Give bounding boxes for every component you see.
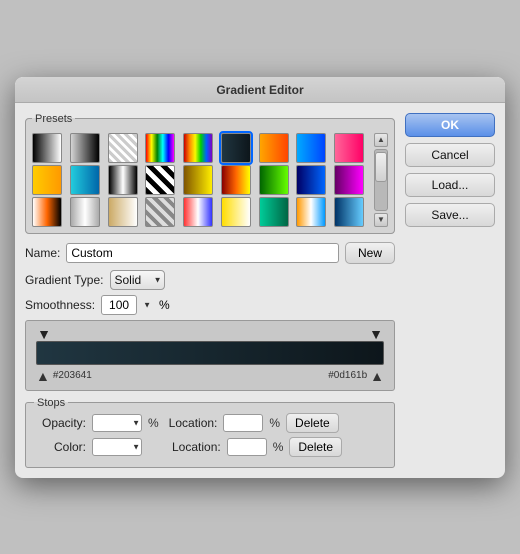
preset-swatch[interactable]: [334, 165, 364, 195]
preset-swatch[interactable]: [108, 165, 138, 195]
gradient-type-label: Gradient Type:: [25, 273, 104, 287]
gradient-labels-row: ▲ #203641 #0d161b ▲: [36, 368, 384, 384]
left-color-stop[interactable]: ▲: [36, 368, 50, 384]
color-row: Color: ▼ Location: % Delete: [34, 437, 386, 457]
scroll-down-button[interactable]: ▼: [374, 213, 388, 227]
gradient-bar-wrap: ▼ ▼ ▲ #203641 #0d161b ▲: [36, 329, 384, 384]
color-input-wrap[interactable]: ▼: [92, 438, 142, 456]
presets-scrollbar: ▲ ▼: [374, 133, 388, 227]
preset-swatch[interactable]: [296, 133, 326, 163]
new-button[interactable]: New: [345, 242, 395, 264]
preset-swatch[interactable]: [70, 165, 100, 195]
name-input[interactable]: [66, 243, 339, 263]
color-delete-button[interactable]: Delete: [289, 437, 342, 457]
gradient-left-color: #203641: [53, 370, 92, 381]
smoothness-arrow-icon: ▼: [143, 300, 151, 309]
right-panel: OK Cancel Load... Save...: [405, 113, 495, 468]
opacity-input-wrap[interactable]: ▼: [92, 414, 142, 432]
dialog-title: Gradient Editor: [216, 83, 303, 97]
left-panel: Presets: [25, 113, 395, 468]
smoothness-select-wrap[interactable]: ▼: [101, 295, 137, 315]
gradient-right-label: #0d161b ▲: [328, 368, 384, 384]
presets-grid: [32, 133, 370, 227]
smoothness-label: Smoothness:: [25, 298, 95, 312]
gradient-type-select[interactable]: Solid Noise: [110, 270, 165, 290]
top-stop-row: ▼ ▼: [36, 329, 384, 339]
preset-swatch[interactable]: [32, 165, 62, 195]
cancel-button[interactable]: Cancel: [405, 143, 495, 167]
preset-swatch[interactable]: [296, 197, 326, 227]
preset-swatch[interactable]: [221, 165, 251, 195]
smoothness-unit: %: [159, 298, 170, 312]
preset-swatch[interactable]: [334, 197, 364, 227]
scroll-up-button[interactable]: ▲: [374, 133, 388, 147]
name-row: Name: New: [25, 242, 395, 264]
preset-swatch[interactable]: [221, 197, 251, 227]
preset-swatch[interactable]: [108, 133, 138, 163]
name-label: Name:: [25, 246, 60, 260]
gradient-type-row: Gradient Type: Solid Noise ▼: [25, 270, 395, 290]
preset-swatch[interactable]: [183, 197, 213, 227]
presets-legend: Presets: [32, 113, 75, 125]
opacity-row: Opacity: ▼ % Location: % Delete: [34, 413, 386, 433]
opacity-input[interactable]: [92, 414, 142, 432]
preset-swatch[interactable]: [32, 133, 62, 163]
scroll-track[interactable]: [374, 149, 388, 211]
preset-swatch[interactable]: [145, 165, 175, 195]
preset-swatch[interactable]: [108, 197, 138, 227]
ok-button[interactable]: OK: [405, 113, 495, 137]
preset-swatch[interactable]: [145, 133, 175, 163]
color-stop-label: Color:: [34, 440, 86, 454]
load-button[interactable]: Load...: [405, 173, 495, 197]
preset-swatch[interactable]: [259, 165, 289, 195]
smoothness-input[interactable]: [101, 295, 137, 315]
opacity-unit: %: [148, 416, 159, 430]
preset-swatch[interactable]: [334, 133, 364, 163]
presets-section: Presets: [25, 113, 395, 234]
stops-section: Stops Opacity: ▼ % Location: % Delete: [25, 397, 395, 468]
color-location-input[interactable]: [227, 438, 267, 456]
color-loc-unit: %: [273, 440, 284, 454]
opacity-label: Opacity:: [34, 416, 86, 430]
smoothness-row: Smoothness: ▼ %: [25, 295, 395, 315]
preset-swatch[interactable]: [32, 197, 62, 227]
gradient-editor-section: ▼ ▼ ▲ #203641 #0d161b ▲: [25, 320, 395, 391]
preset-swatch[interactable]: [259, 197, 289, 227]
preset-swatch[interactable]: [296, 165, 326, 195]
gradient-left-label: ▲ #203641: [36, 368, 92, 384]
opacity-location-input[interactable]: [223, 414, 263, 432]
preset-swatch[interactable]: [183, 165, 213, 195]
color-input[interactable]: [92, 438, 142, 456]
preset-swatch[interactable]: [259, 133, 289, 163]
opacity-location-label: Location:: [169, 416, 218, 430]
gradient-editor-dialog: Gradient Editor Presets: [15, 77, 505, 478]
opacity-loc-unit: %: [269, 416, 280, 430]
save-button[interactable]: Save...: [405, 203, 495, 227]
title-bar: Gradient Editor: [15, 77, 505, 103]
gradient-bar[interactable]: [36, 341, 384, 365]
gradient-type-select-wrap[interactable]: Solid Noise ▼: [110, 270, 165, 290]
stops-legend: Stops: [34, 397, 68, 409]
color-location-label: Location:: [172, 440, 221, 454]
preset-swatch[interactable]: [221, 133, 251, 163]
gradient-right-color: #0d161b: [328, 370, 367, 381]
preset-swatch[interactable]: [183, 133, 213, 163]
preset-swatch[interactable]: [70, 133, 100, 163]
scroll-thumb[interactable]: [375, 152, 387, 182]
opacity-delete-button[interactable]: Delete: [286, 413, 339, 433]
preset-swatch[interactable]: [70, 197, 100, 227]
left-opacity-stop[interactable]: ▼: [38, 329, 50, 339]
right-opacity-stop[interactable]: ▼: [370, 329, 382, 339]
right-color-stop[interactable]: ▲: [370, 368, 384, 384]
preset-swatch[interactable]: [145, 197, 175, 227]
